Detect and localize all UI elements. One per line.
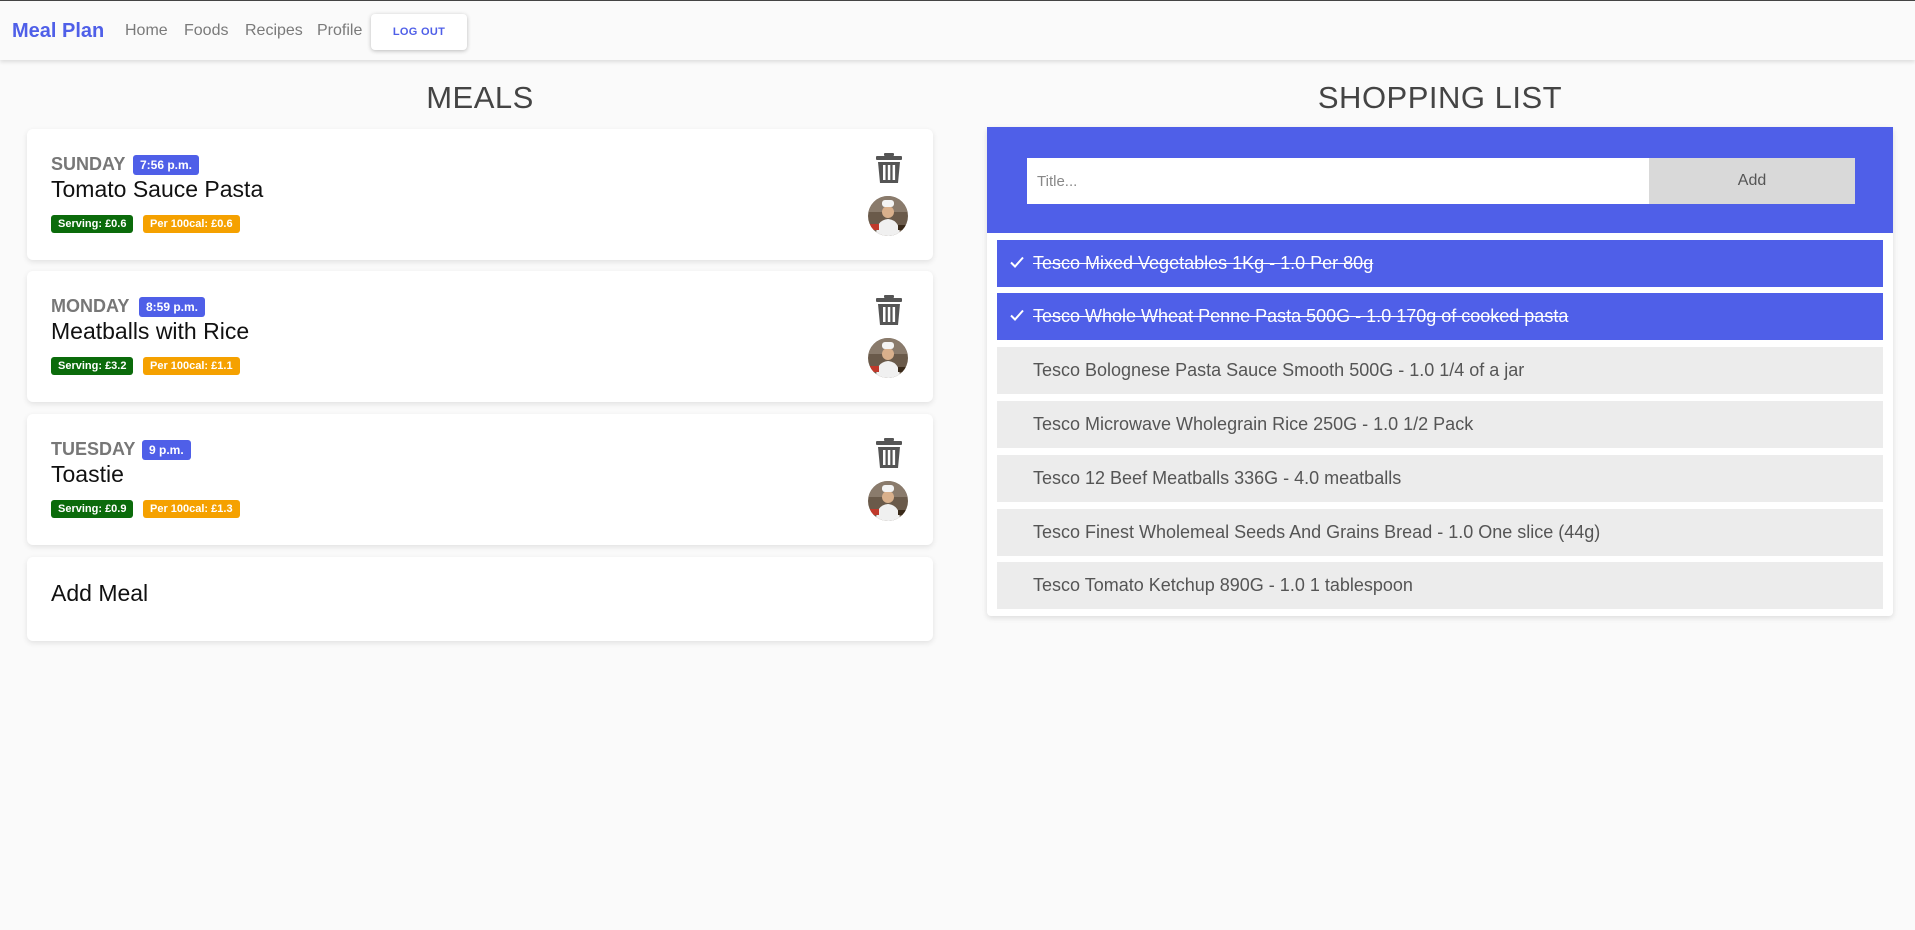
nav-link-profile[interactable]: Profile [317,22,362,40]
chef-avatar [868,338,908,378]
shopping-item-label: Tesco Whole Wheat Penne Pasta 500G - 1.0… [1033,306,1569,326]
navbar: Meal Plan Home Foods Recipes Profile LOG… [0,0,1915,60]
shopping-item-label: Tesco Tomato Ketchup 890G - 1.0 1 tables… [1033,575,1413,595]
serving-cost-badge: Serving: £0.6 [51,215,134,233]
shopping-item-label: Tesco Microwave Wholegrain Rice 250G - 1… [1033,414,1474,434]
meal-name: Tomato Sauce Pasta [51,176,264,202]
meal-name: Meatballs with Rice [51,318,250,344]
meal-time-badge: 8:59 p.m. [139,297,206,317]
trash-icon[interactable] [875,437,903,469]
nav-link-foods[interactable]: Foods [184,22,228,40]
add-meal-card[interactable]: Add Meal [27,557,933,641]
nav-link-home[interactable]: Home [125,22,168,40]
shopping-list-panel: Add Tesco Mixed Vegetables 1Kg - 1.0 Per… [987,127,1893,616]
shopping-list-header: Add [987,127,1893,233]
meal-day: MONDAY [51,296,130,316]
per-100cal-badge: Per 100cal: £1.1 [143,357,240,375]
shopping-item-label: Tesco Bolognese Pasta Sauce Smooth 500G … [1033,360,1525,380]
meal-day: SUNDAY [51,154,126,174]
meal-time-badge: 9 p.m. [142,440,191,460]
shopping-item[interactable]: Tesco Bolognese Pasta Sauce Smooth 500G … [997,347,1883,394]
meal-name: Toastie [51,461,124,487]
meal-card-tuesday[interactable]: TUESDAY 9 p.m. Toastie Serving: £0.9 Per… [27,414,933,545]
shopping-item[interactable]: Tesco Whole Wheat Penne Pasta 500G - 1.0… [997,293,1883,340]
trash-icon[interactable] [875,152,903,184]
chef-avatar [868,481,908,521]
nav-link-recipes[interactable]: Recipes [245,22,303,40]
shopping-item-label: Tesco Finest Wholemeal Seeds And Grains … [1033,522,1601,542]
meal-card-sunday[interactable]: SUNDAY 7:56 p.m. Tomato Sauce Pasta Serv… [27,129,933,260]
meal-card-monday[interactable]: MONDAY 8:59 p.m. Meatballs with Rice Ser… [27,271,933,402]
add-meal-label: Add Meal [51,580,149,606]
shopping-item[interactable]: Tesco Microwave Wholegrain Rice 250G - 1… [997,401,1883,448]
per-100cal-badge: Per 100cal: £1.3 [143,500,240,518]
shopping-item[interactable]: Tesco 12 Beef Meatballs 336G - 4.0 meatb… [997,455,1883,502]
check-icon [1010,256,1024,268]
serving-cost-badge: Serving: £0.9 [51,500,134,518]
meal-time-badge: 7:56 p.m. [133,155,200,175]
check-icon [1010,309,1024,321]
shopping-item-title-input[interactable] [1027,158,1649,204]
logout-button[interactable]: LOG OUT [371,14,467,50]
shopping-list-title: SHOPPING LIST [1317,80,1563,115]
brand-logo[interactable]: Meal Plan [12,20,104,43]
trash-icon[interactable] [875,294,903,326]
meal-day: TUESDAY [51,439,136,459]
shopping-item[interactable]: Tesco Finest Wholemeal Seeds And Grains … [997,509,1883,556]
shopping-item-label: Tesco 12 Beef Meatballs 336G - 4.0 meatb… [1033,468,1402,488]
chef-avatar [868,196,908,236]
add-shopping-item-button[interactable]: Add [1649,158,1855,204]
serving-cost-badge: Serving: £3.2 [51,357,134,375]
shopping-item-label: Tesco Mixed Vegetables 1Kg - 1.0 Per 80g [1033,253,1374,273]
shopping-item[interactable]: Tesco Tomato Ketchup 890G - 1.0 1 tables… [997,562,1883,609]
meals-title: MEALS [426,80,534,115]
shopping-item[interactable]: Tesco Mixed Vegetables 1Kg - 1.0 Per 80g [997,240,1883,287]
per-100cal-badge: Per 100cal: £0.6 [143,215,240,233]
